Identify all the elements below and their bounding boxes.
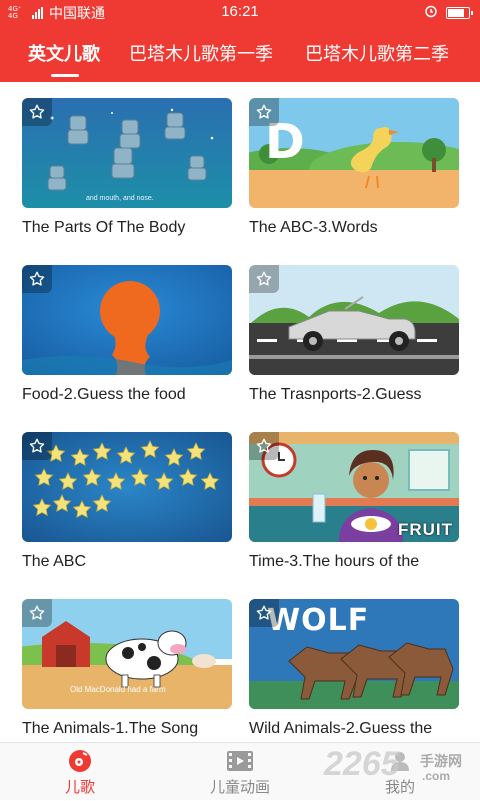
video-thumbnail[interactable]: Old MacDonald had a farm — [22, 599, 232, 709]
favorite-star-icon[interactable] — [249, 432, 279, 460]
favorite-star-icon[interactable] — [249, 265, 279, 293]
active-tab-indicator — [51, 74, 79, 77]
site-watermark: 2265 手游网 .com — [324, 745, 474, 785]
favorite-star-icon[interactable] — [22, 599, 52, 627]
video-grid: and mouth, and nose. The Parts Of The Bo… — [0, 82, 480, 742]
category-tab-bar: 英文儿歌 巴塔木儿歌第一季 巴塔木儿歌第二季 — [0, 24, 480, 82]
status-bar: 4G⁺ 4G 中国联通 16:21 — [0, 0, 480, 24]
thumbnail-caption: Old MacDonald had a farm — [70, 685, 166, 694]
favorite-star-icon[interactable] — [22, 98, 52, 126]
video-title: The ABC — [22, 553, 87, 570]
video-title: The Animals-1.The Song — [22, 720, 199, 737]
battery-icon — [446, 6, 473, 19]
video-title: Wild Animals-2.Guess the — [249, 720, 433, 737]
video-thumbnail[interactable]: D — [249, 98, 459, 208]
nav-label: 儿歌 — [64, 778, 95, 796]
video-thumbnail[interactable]: and mouth, and nose. — [22, 98, 232, 208]
music-disc-icon — [68, 749, 92, 778]
video-thumbnail[interactable] — [22, 432, 232, 542]
nav-item-songs[interactable]: 儿歌 — [40, 743, 120, 801]
watermark-suffix: 手游网 — [420, 754, 462, 770]
thumbnail-word: FRUIT — [397, 520, 453, 539]
watermark-domain: .com — [422, 769, 451, 783]
nav-label: 儿童动画 — [209, 778, 270, 796]
video-title: Time-3.The hours of the — [249, 553, 420, 570]
favorite-star-icon[interactable] — [249, 599, 279, 627]
video-title: The Trasnports-2.Guess — [249, 386, 422, 403]
tab-english-songs[interactable]: 英文儿歌 — [28, 40, 100, 66]
video-thumbnail[interactable]: FRUIT — [249, 432, 459, 542]
video-thumbnail[interactable]: WOLF — [249, 599, 459, 709]
favorite-star-icon[interactable] — [22, 432, 52, 460]
clock: 16:21 — [221, 3, 259, 20]
favorite-star-icon[interactable] — [249, 98, 279, 126]
watermark-number: 2265 — [324, 745, 400, 783]
video-title: The ABC-3.Words — [249, 219, 378, 236]
tab-batamu-season-1[interactable]: 巴塔木儿歌第一季 — [129, 40, 273, 66]
video-title: Food-2.Guess the food — [22, 386, 186, 403]
thumbnail-caption: and mouth, and nose. — [86, 195, 154, 202]
video-title: The Parts Of The Body — [22, 219, 186, 236]
video-thumbnail[interactable] — [249, 265, 459, 375]
nav-item-cartoons[interactable]: 儿童动画 — [190, 743, 290, 801]
tab-batamu-season-2[interactable]: 巴塔木儿歌第二季 — [305, 40, 449, 66]
video-thumbnail[interactable] — [22, 265, 232, 375]
favorite-star-icon[interactable] — [22, 265, 52, 293]
film-icon — [226, 749, 254, 778]
alarm-icon — [424, 4, 438, 21]
thumbnail-word: WOLF — [267, 603, 370, 638]
